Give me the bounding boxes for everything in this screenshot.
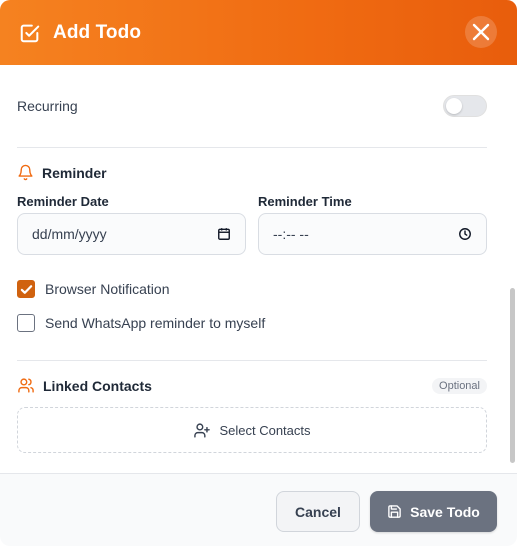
reminder-date-value: dd/mm/yyyy [32, 226, 107, 242]
reminder-time-input[interactable]: --:-- -- [258, 213, 487, 255]
linked-contacts-label: Linked Contacts [43, 377, 152, 394]
users-icon [17, 377, 35, 394]
modal-footer: Cancel Save Todo [0, 473, 517, 546]
divider [17, 360, 487, 361]
scrollbar[interactable] [510, 288, 515, 463]
linked-contacts-title: Linked Contacts [17, 377, 152, 394]
reminder-date-input[interactable]: dd/mm/yyyy [17, 213, 246, 255]
reminder-time-label: Reminder Time [258, 194, 352, 209]
browser-notification-checkbox[interactable] [17, 280, 35, 298]
save-todo-button[interactable]: Save Todo [370, 491, 497, 532]
calendar-icon[interactable] [217, 227, 231, 241]
whatsapp-reminder-checkbox[interactable] [17, 314, 35, 332]
browser-notification-row[interactable]: Browser Notification [17, 280, 170, 298]
reminder-title: Reminder [42, 164, 107, 181]
reminder-section-title: Reminder [17, 164, 107, 181]
add-todo-modal: Add Todo Recurring Reminder Reminder Dat… [0, 0, 517, 546]
close-button[interactable] [465, 16, 497, 48]
checkbox-edit-icon [19, 22, 41, 44]
close-icon [472, 23, 490, 41]
toggle-knob [446, 98, 462, 114]
select-contacts-label: Select Contacts [219, 422, 311, 438]
whatsapp-reminder-row[interactable]: Send WhatsApp reminder to myself [17, 314, 265, 332]
divider [17, 147, 487, 148]
reminder-time-value: --:-- -- [273, 226, 309, 242]
browser-notification-label: Browser Notification [45, 281, 170, 297]
cancel-button[interactable]: Cancel [276, 491, 360, 532]
recurring-toggle[interactable] [443, 95, 487, 117]
modal-header: Add Todo [0, 0, 517, 65]
modal-title: Add Todo [53, 21, 142, 43]
select-contacts-button[interactable]: Select Contacts [17, 407, 487, 453]
save-icon [387, 504, 402, 519]
whatsapp-reminder-label: Send WhatsApp reminder to myself [45, 315, 266, 331]
reminder-date-label: Reminder Date [17, 194, 109, 209]
user-plus-icon [193, 422, 211, 439]
recurring-label: Recurring [17, 98, 78, 114]
clock-icon[interactable] [458, 227, 472, 241]
modal-body[interactable]: Recurring Reminder Reminder Date dd/mm/y… [0, 65, 517, 473]
recurring-row: Recurring [17, 95, 487, 117]
bell-icon [17, 164, 34, 181]
optional-badge: Optional [432, 378, 487, 394]
save-todo-label: Save Todo [410, 503, 480, 520]
